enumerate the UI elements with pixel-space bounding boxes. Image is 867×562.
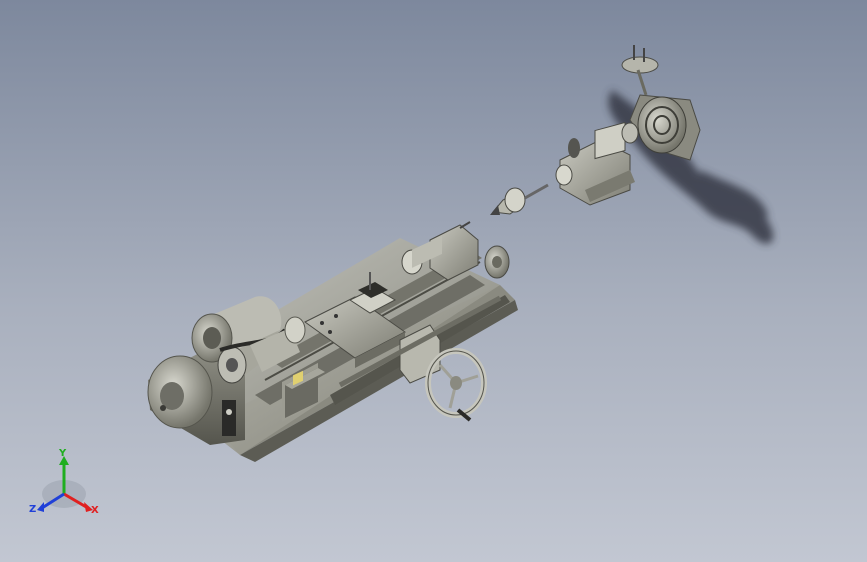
triad-z-label: Z (29, 504, 37, 515)
carriage-handwheel[interactable] (425, 348, 487, 422)
live-center[interactable] (490, 183, 549, 215)
cad-graphics-viewport[interactable]: Y X Z (0, 0, 867, 562)
switch-panel[interactable] (222, 400, 236, 436)
triad-y-label: Y (59, 448, 67, 459)
three-jaw-chuck[interactable] (147, 355, 213, 429)
triad-x-label: X (91, 505, 99, 516)
cad-model-canvas[interactable] (0, 0, 867, 562)
rotary-table[interactable] (621, 45, 701, 161)
tailstock-handwheel[interactable] (484, 245, 510, 279)
power-switch-icon[interactable] (226, 409, 232, 415)
reference-triad (37, 456, 93, 512)
